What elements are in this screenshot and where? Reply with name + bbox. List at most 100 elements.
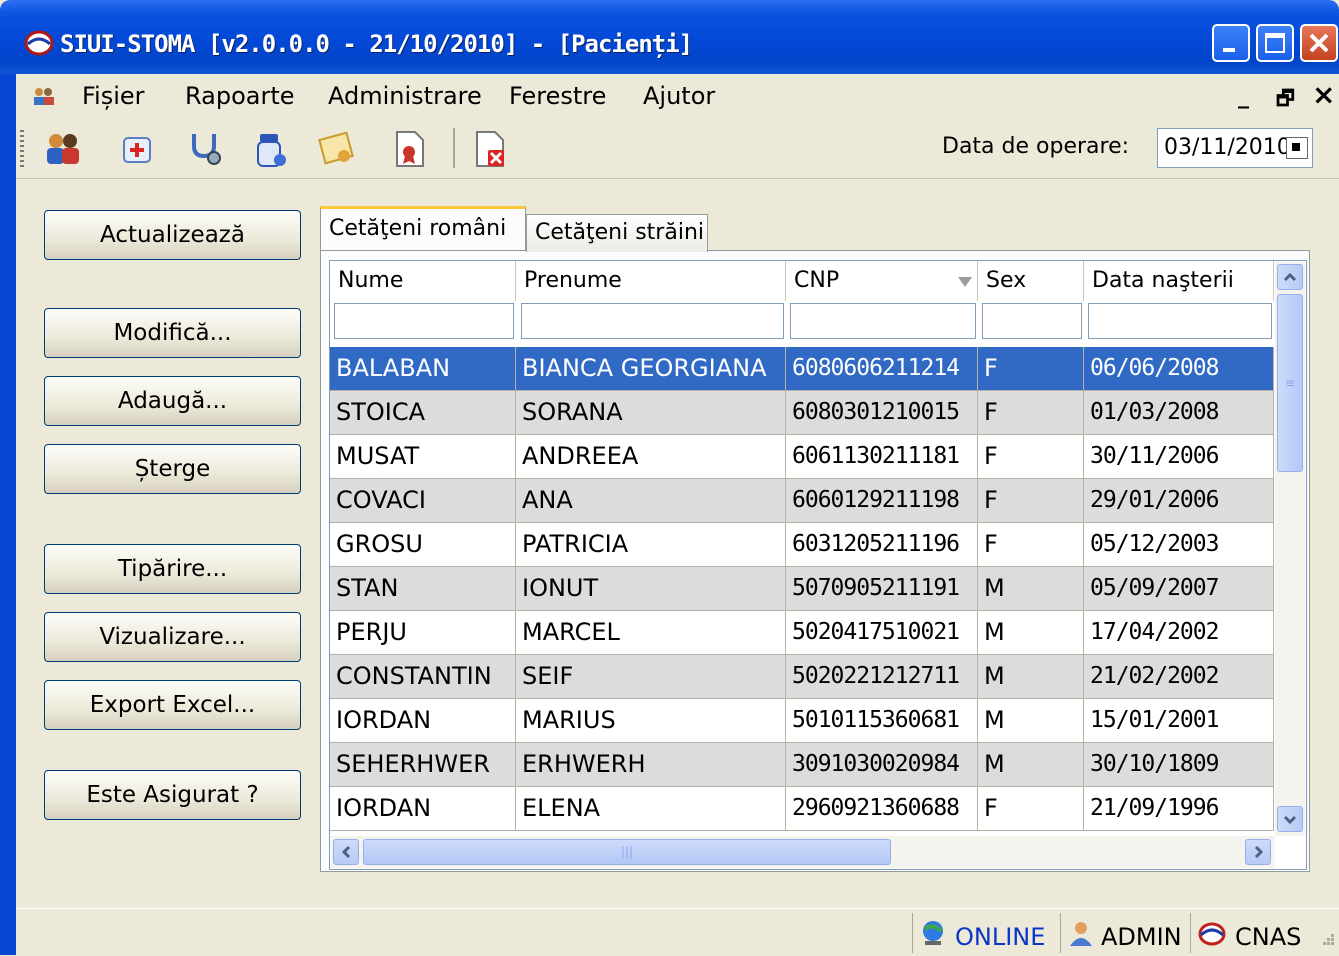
print-button[interactable]: Tipărire... — [44, 544, 301, 594]
cell-birth-date[interactable]: 05/12/2003 — [1084, 523, 1274, 567]
mdi-restore-button[interactable]: 🗗 — [1276, 84, 1295, 118]
cell-name[interactable]: STAN — [330, 567, 516, 611]
filter-first-name-input[interactable] — [521, 303, 784, 339]
cell-first-name[interactable]: ERHWERH — [516, 743, 786, 787]
filter-name-input[interactable] — [334, 303, 514, 339]
cell-first-name[interactable]: MARCEL — [516, 611, 786, 655]
cell-first-name[interactable]: PATRICIA — [516, 523, 786, 567]
table-row[interactable]: SEHERHWER ERHWERH 3091030020984 M 30/10/1809 — [330, 743, 1274, 787]
table-row[interactable]: BALABAN BIANCA GEORGIANA 6080606211214 F 06/… — [330, 347, 1274, 391]
cell-sex[interactable]: M — [978, 567, 1084, 611]
table-row[interactable]: CONSTANTIN SEIF 5020221212711 M 21/02/2002 — [330, 655, 1274, 699]
delete-document-icon[interactable] — [468, 128, 510, 170]
cell-sex[interactable]: M — [978, 699, 1084, 743]
cell-birth-date[interactable]: 21/02/2002 — [1084, 655, 1274, 699]
tab-foreign-citizens[interactable]: Cetăţeni străini — [526, 214, 708, 252]
cell-first-name[interactable]: IONUT — [516, 567, 786, 611]
cell-first-name[interactable]: ANA — [516, 479, 786, 523]
cell-cnp[interactable]: 3091030020984 — [786, 743, 978, 787]
column-header-name[interactable]: Nume — [330, 261, 516, 301]
table-row[interactable]: COVACI ANA 6060129211198 F 29/01/2006 — [330, 479, 1274, 523]
table-row[interactable]: IORDAN MARIUS 5010115360681 M 15/01/2001 — [330, 699, 1274, 743]
cell-birth-date[interactable]: 29/01/2006 — [1084, 479, 1274, 523]
table-row[interactable]: PERJU MARCEL 5020417510021 M 17/04/2002 — [330, 611, 1274, 655]
certificate-icon[interactable] — [316, 128, 358, 170]
cell-name[interactable]: MUSAT — [330, 435, 516, 479]
cell-cnp[interactable]: 6080301210015 — [786, 391, 978, 435]
maximize-button[interactable] — [1256, 24, 1294, 62]
table-row[interactable]: IORDAN ELENA 2960921360688 F 21/09/1996 — [330, 787, 1274, 831]
mdi-minimize-button[interactable]: _ — [1238, 84, 1249, 109]
cell-sex[interactable]: F — [978, 391, 1084, 435]
cell-name[interactable]: BALABAN — [330, 347, 516, 391]
cell-cnp[interactable]: 6060129211198 — [786, 479, 978, 523]
cell-first-name[interactable]: BIANCA GEORGIANA — [516, 347, 786, 391]
cell-first-name[interactable]: MARIUS — [516, 699, 786, 743]
cell-sex[interactable]: M — [978, 743, 1084, 787]
cell-birth-date[interactable]: 30/11/2006 — [1084, 435, 1274, 479]
cell-name[interactable]: IORDAN — [330, 699, 516, 743]
cell-birth-date[interactable]: 01/03/2008 — [1084, 391, 1274, 435]
cell-first-name[interactable]: SEIF — [516, 655, 786, 699]
minimize-button[interactable] — [1212, 24, 1250, 62]
cell-name[interactable]: IORDAN — [330, 787, 516, 831]
cell-cnp[interactable]: 5020417510021 — [786, 611, 978, 655]
vertical-scrollbar[interactable]: ≡ — [1275, 262, 1305, 836]
mdi-close-button[interactable]: × — [1312, 78, 1335, 111]
export-excel-button[interactable]: Export Excel... — [44, 680, 301, 730]
cell-birth-date[interactable]: 06/06/2008 — [1084, 347, 1274, 391]
preview-button[interactable]: Vizualizare... — [44, 612, 301, 662]
column-header-birth-date[interactable]: Data naşterii — [1084, 261, 1274, 301]
add-button[interactable]: Adaugă... — [44, 376, 301, 426]
horizontal-scrollbar[interactable]: ||| — [331, 836, 1275, 868]
menu-file[interactable]: Fișier — [82, 82, 145, 110]
horizontal-scroll-thumb[interactable]: ||| — [363, 839, 891, 865]
cell-sex[interactable]: F — [978, 479, 1084, 523]
first-aid-icon[interactable] — [116, 128, 158, 170]
cell-sex[interactable]: F — [978, 787, 1084, 831]
filter-cnp-input[interactable] — [790, 303, 976, 339]
menu-windows[interactable]: Ferestre — [509, 82, 606, 110]
filter-sex-input[interactable] — [982, 303, 1082, 339]
cell-name[interactable]: COVACI — [330, 479, 516, 523]
cell-cnp[interactable]: 6031205211196 — [786, 523, 978, 567]
cell-first-name[interactable]: ELENA — [516, 787, 786, 831]
cell-name[interactable]: CONSTANTIN — [330, 655, 516, 699]
menu-administration[interactable]: Administrare — [328, 82, 482, 110]
pill-bottle-icon[interactable] — [250, 128, 292, 170]
modify-button[interactable]: Modifică... — [44, 308, 301, 358]
toolbar-grip[interactable] — [20, 130, 24, 168]
operation-date-picker[interactable]: 03/11/2010 — [1157, 128, 1313, 168]
table-row[interactable]: GROSU PATRICIA 6031205211196 F 05/12/2003 — [330, 523, 1274, 567]
cell-birth-date[interactable]: 17/04/2002 — [1084, 611, 1274, 655]
tab-romanian-citizens[interactable]: Cetăţeni români — [320, 206, 526, 250]
menu-help[interactable]: Ajutor — [643, 82, 715, 110]
scroll-left-arrow-icon[interactable] — [333, 839, 359, 865]
table-row[interactable]: STAN IONUT 5070905211191 M 05/09/2007 — [330, 567, 1274, 611]
cell-cnp[interactable]: 5010115360681 — [786, 699, 978, 743]
menu-reports[interactable]: Rapoarte — [185, 82, 295, 110]
scroll-up-arrow-icon[interactable] — [1277, 264, 1303, 290]
cell-name[interactable]: PERJU — [330, 611, 516, 655]
cell-cnp[interactable]: 2960921360688 — [786, 787, 978, 831]
column-header-first-name[interactable]: Prenume — [516, 261, 786, 301]
cell-sex[interactable]: F — [978, 523, 1084, 567]
vertical-scroll-thumb[interactable]: ≡ — [1277, 294, 1303, 472]
calendar-icon[interactable] — [1286, 137, 1308, 159]
cell-first-name[interactable]: SORANA — [516, 391, 786, 435]
cell-sex[interactable]: M — [978, 611, 1084, 655]
scroll-right-arrow-icon[interactable] — [1245, 839, 1271, 865]
refresh-button[interactable]: Actualizează — [44, 210, 301, 260]
cell-sex[interactable]: M — [978, 655, 1084, 699]
delete-button[interactable]: Șterge — [44, 444, 301, 494]
cell-birth-date[interactable]: 05/09/2007 — [1084, 567, 1274, 611]
cell-birth-date[interactable]: 30/10/1809 — [1084, 743, 1274, 787]
cell-birth-date[interactable]: 15/01/2001 — [1084, 699, 1274, 743]
table-row[interactable]: STOICA SORANA 6080301210015 F 01/03/2008 — [330, 391, 1274, 435]
resize-grip-icon[interactable] — [1318, 931, 1336, 949]
is-insured-button[interactable]: Este Asigurat ? — [44, 770, 301, 820]
column-header-cnp[interactable]: CNP — [786, 261, 978, 301]
cell-cnp[interactable]: 6061130211181 — [786, 435, 978, 479]
filter-birth-date-input[interactable] — [1088, 303, 1272, 339]
table-row[interactable]: MUSAT ANDREEA 6061130211181 F 30/11/2006 — [330, 435, 1274, 479]
